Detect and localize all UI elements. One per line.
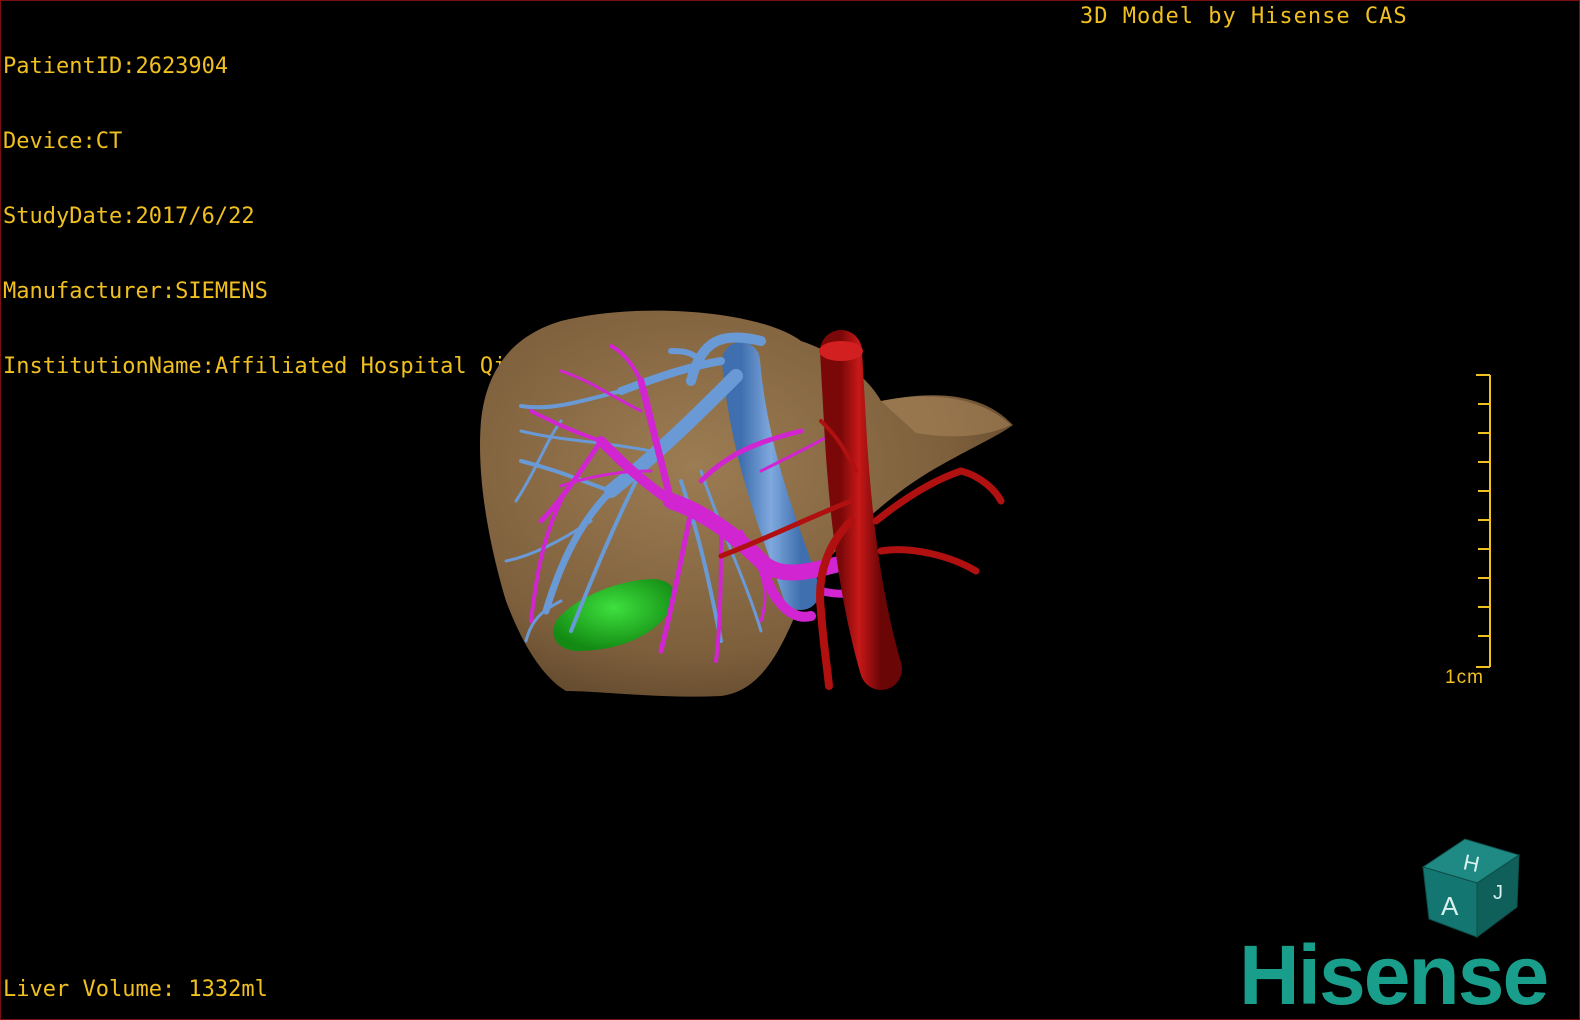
hisense-logo: Hisense [1239,928,1549,1020]
liver-volume-text: Liver Volume: 1332ml [3,977,268,1002]
scale-label: 1cm [1445,667,1484,688]
scale-bar [1476,374,1491,668]
liver-3d-model[interactable] [1,1,1579,1019]
orientation-cube-icon[interactable]: H A J [1419,837,1523,941]
3d-viewport[interactable]: PatientID:2623904 Device:CT StudyDate:20… [0,0,1580,1020]
cube-face-side-label: J [1493,882,1503,904]
cube-face-front-label: A [1441,891,1459,921]
